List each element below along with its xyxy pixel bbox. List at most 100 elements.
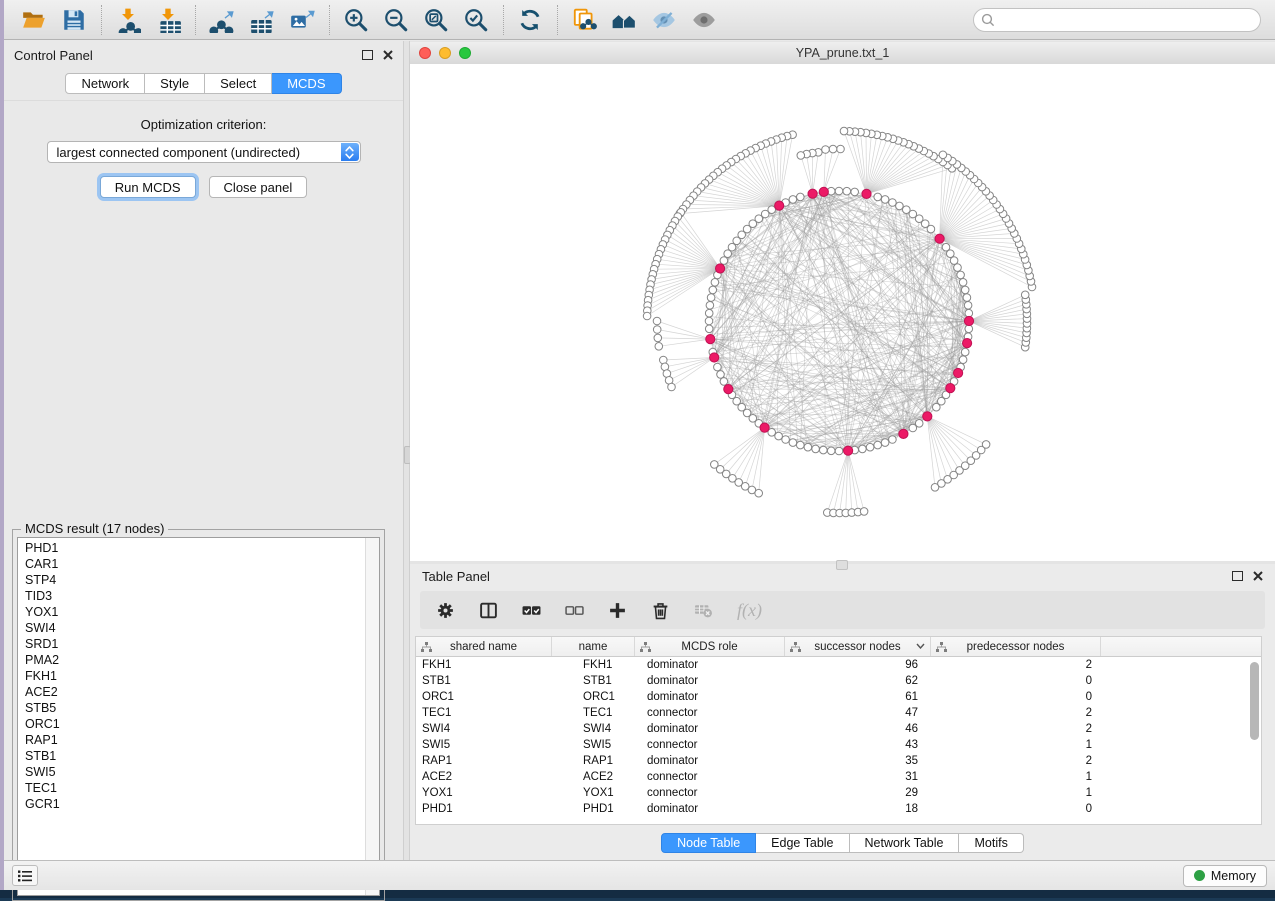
column-header-predecessor-nodes[interactable]: predecessor nodes [931,637,1101,656]
graph-hub-node[interactable] [775,201,784,210]
tab-motifs[interactable]: Motifs [959,833,1023,853]
graph-node[interactable] [874,441,882,449]
graph-node[interactable] [889,199,897,207]
window-minimize-icon[interactable] [439,47,451,59]
delete-column-button[interactable] [649,597,672,623]
graph-node[interactable] [804,443,812,451]
graph-node[interactable] [961,286,969,294]
tab-network-table[interactable]: Network Table [850,833,960,853]
zoom-out-button[interactable] [380,4,414,36]
graph-node[interactable] [874,193,882,201]
split-view-button[interactable] [477,597,500,623]
graph-node[interactable] [775,432,783,440]
import-table-button[interactable] [152,4,186,36]
table-row[interactable]: PHD1PHD1dominator180 [416,801,1261,817]
mcds-result-item[interactable]: YOX1 [25,604,379,620]
graph-node[interactable] [851,188,859,196]
deselect-all-button[interactable] [563,597,586,623]
graph-hub-node[interactable] [946,384,955,393]
panel-splitter-vertical[interactable] [403,41,410,860]
graph-node[interactable] [827,447,835,455]
graph-node[interactable] [959,279,967,287]
graph-node[interactable] [889,436,897,444]
graph-node[interactable] [954,264,962,272]
graph-node[interactable] [720,257,728,265]
column-header-name[interactable]: name [552,637,635,656]
close-panel-icon[interactable] [1253,571,1263,581]
graph-leaf-node[interactable] [755,489,763,497]
hide-selected-button[interactable] [648,4,682,36]
close-panel-icon[interactable] [383,50,393,60]
graph-node[interactable] [705,309,713,317]
mcds-result-item[interactable]: PHD1 [25,540,379,556]
splitter-handle-horizontal[interactable] [836,560,848,570]
mcds-result-item[interactable]: ORC1 [25,716,379,732]
graph-leaf-node[interactable] [654,334,662,342]
graph-node[interactable] [965,309,973,317]
graph-node[interactable] [903,206,911,214]
tab-node-table[interactable]: Node Table [661,833,756,853]
graph-hub-node[interactable] [923,412,932,421]
graph-hub-node[interactable] [819,187,828,196]
mcds-result-item[interactable]: RAP1 [25,732,379,748]
scrollbar-thumb[interactable] [1250,662,1259,740]
select-all-button[interactable] [520,597,543,623]
graph-node[interactable] [789,439,797,447]
mcds-result-item[interactable]: TEC1 [25,780,379,796]
tab-style[interactable]: Style [145,73,205,94]
graph-hub-node[interactable] [899,429,908,438]
open-file-button[interactable] [18,4,52,36]
graph-node[interactable] [705,325,713,333]
graph-hub-node[interactable] [710,353,719,362]
graph-node[interactable] [881,439,889,447]
graph-node[interactable] [724,250,732,258]
graph-node[interactable] [835,447,843,455]
table-row[interactable]: SWI4SWI4dominator462 [416,721,1261,737]
table-row[interactable]: ACE2ACE2connector311 [416,769,1261,785]
tab-select[interactable]: Select [205,73,272,94]
mcds-result-item[interactable]: SWI4 [25,620,379,636]
tab-network[interactable]: Network [65,73,145,94]
mcds-result-item[interactable]: GCR1 [25,796,379,812]
memory-button[interactable]: Memory [1183,865,1267,887]
graph-hub-node[interactable] [808,189,817,198]
graph-node[interactable] [835,187,843,195]
settings-button[interactable] [434,597,457,623]
column-header-shared-name[interactable]: shared name [416,637,552,656]
graph-leaf-node[interactable] [668,383,676,391]
graph-hub-node[interactable] [954,368,963,377]
graph-node[interactable] [859,445,867,453]
table-row[interactable]: ORC1ORC1dominator610 [416,689,1261,705]
graph-node[interactable] [720,378,728,386]
graph-node[interactable] [957,271,965,279]
graph-node[interactable] [820,446,828,454]
graph-leaf-node[interactable] [797,152,805,160]
graph-hub-node[interactable] [844,446,853,455]
table-row[interactable]: RAP1RAP1dominator352 [416,753,1261,769]
graph-node[interactable] [866,443,874,451]
graph-hub-node[interactable] [716,264,725,273]
graph-node[interactable] [789,196,797,204]
tab-mcds[interactable]: MCDS [272,73,341,94]
graph-node[interactable] [812,445,820,453]
save-session-button[interactable] [58,4,92,36]
refresh-view-button[interactable] [514,4,548,36]
mcds-result-item[interactable]: SRD1 [25,636,379,652]
network-canvas[interactable] [410,64,1275,561]
graph-hub-node[interactable] [935,234,944,243]
graph-hub-node[interactable] [963,339,972,348]
search-input[interactable] [973,8,1261,32]
import-network-button[interactable] [112,4,146,36]
graph-node[interactable] [881,196,889,204]
graph-hub-node[interactable] [706,335,715,344]
graph-node[interactable] [964,302,972,310]
export-image-button[interactable] [286,4,320,36]
graph-leaf-node[interactable] [829,145,837,153]
mcds-result-item[interactable]: PMA2 [25,652,379,668]
graph-leaf-node[interactable] [837,145,845,153]
mcds-result-item[interactable]: CAR1 [25,556,379,572]
export-table-button[interactable] [246,4,280,36]
mcds-list-scrollbar[interactable] [365,538,379,895]
tab-edge-table[interactable]: Edge Table [756,833,849,853]
table-row[interactable]: YOX1YOX1connector291 [416,785,1261,801]
